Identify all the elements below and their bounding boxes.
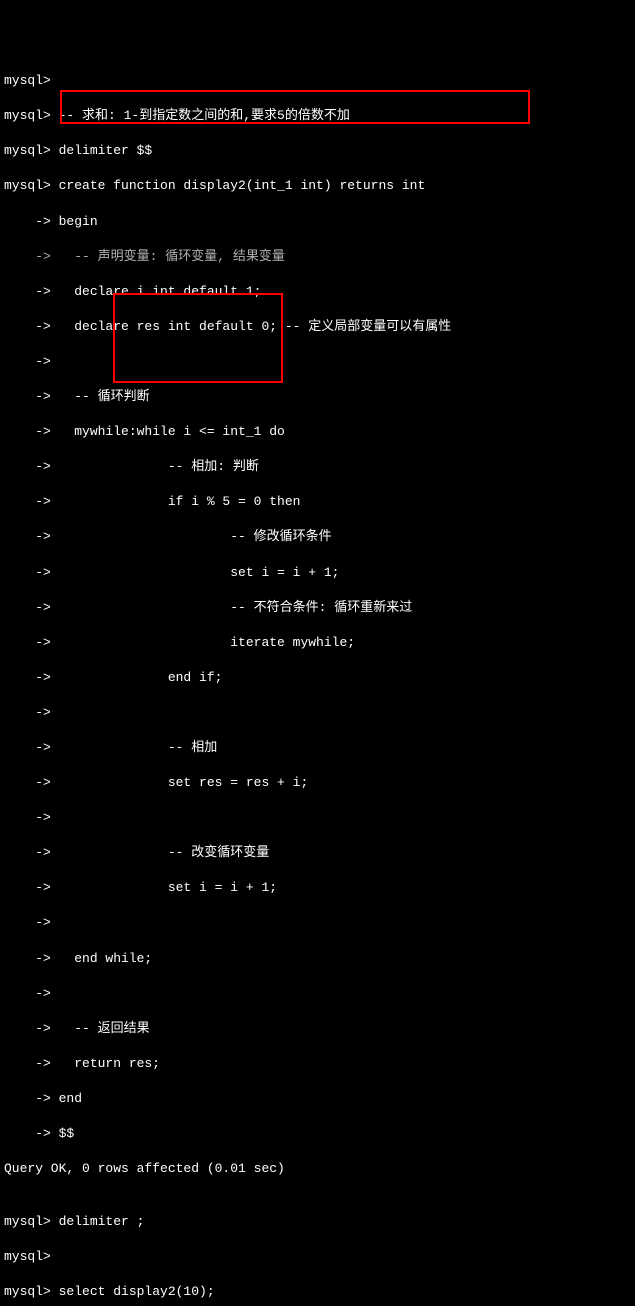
terminal-line: -> set i = i + 1;: [4, 564, 631, 582]
terminal-line: -> -- 返回结果: [4, 1020, 631, 1038]
terminal-line: ->: [4, 353, 631, 371]
terminal-line: -> -- 循环判断: [4, 388, 631, 406]
terminal-line: -> if i % 5 = 0 then: [4, 493, 631, 511]
terminal-line: -> end if;: [4, 669, 631, 687]
terminal-line: -> set res = res + i;: [4, 774, 631, 792]
terminal-line: mysql>: [4, 72, 631, 90]
terminal-line: Query OK, 0 rows affected (0.01 sec): [4, 1160, 631, 1178]
terminal-line: -> return res;: [4, 1055, 631, 1073]
terminal-line: -> declare res int default 0; -- 定义局部变量可…: [4, 318, 631, 336]
terminal-line: -> begin: [4, 213, 631, 231]
terminal-line: -> declare i int default 1;: [4, 283, 631, 301]
terminal-line: -> $$: [4, 1125, 631, 1143]
terminal-line: mysql> create function display2(int_1 in…: [4, 177, 631, 195]
terminal-line: -> set i = i + 1;: [4, 879, 631, 897]
terminal-line: ->: [4, 985, 631, 1003]
terminal-line: -> end: [4, 1090, 631, 1108]
terminal-line: -> iterate mywhile;: [4, 634, 631, 652]
terminal-line: ->: [4, 704, 631, 722]
terminal-line: -> -- 不符合条件: 循环重新来过: [4, 599, 631, 617]
terminal-line: -> mywhile:while i <= int_1 do: [4, 423, 631, 441]
terminal-line: -> -- 相加: [4, 739, 631, 757]
terminal-line: mysql> delimiter $$: [4, 142, 631, 160]
terminal-line: mysql>: [4, 1248, 631, 1266]
terminal-line: -> -- 改变循环变量: [4, 844, 631, 862]
highlight-box-loopbody: [113, 293, 283, 383]
terminal-line: mysql> -- 求和: 1-到指定数之间的和,要求5的倍数不加: [4, 107, 631, 125]
terminal-line: mysql> delimiter ;: [4, 1213, 631, 1231]
terminal-line: -> -- 声明变量: 循环变量, 结果变量: [4, 248, 631, 266]
terminal-line: ->: [4, 914, 631, 932]
terminal-line: -> -- 相加: 判断: [4, 458, 631, 476]
terminal-line: mysql> select display2(10);: [4, 1283, 631, 1301]
terminal-line: ->: [4, 809, 631, 827]
terminal-line: -> -- 修改循环条件: [4, 528, 631, 546]
terminal-line: -> end while;: [4, 950, 631, 968]
